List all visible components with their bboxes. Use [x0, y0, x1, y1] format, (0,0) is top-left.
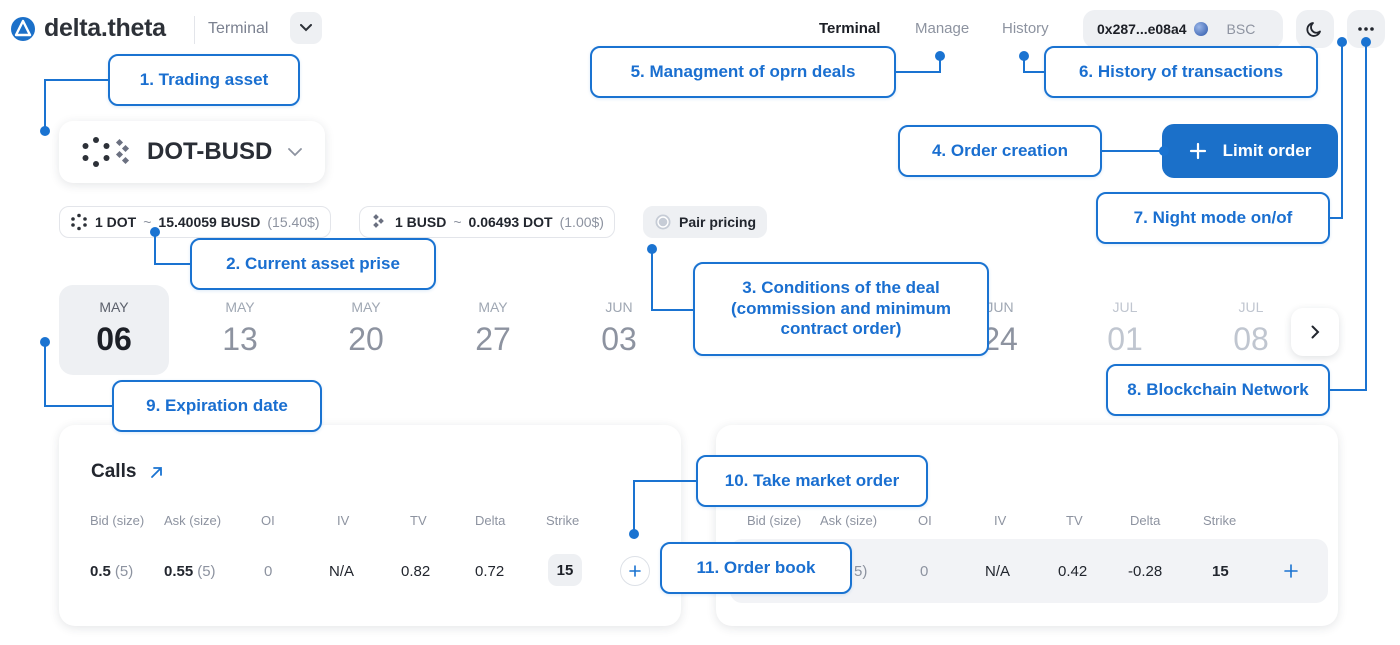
annotation-blockchain-network: 8. Blockchain Network: [1106, 364, 1330, 416]
annotation-market-order: 10. Take market order: [696, 455, 928, 507]
annotation-expiration-date: 9. Expiration date: [112, 380, 322, 432]
annotation-night-mode: 7. Night mode on/of: [1096, 192, 1330, 244]
annotation-trading-asset: 1. Trading asset: [108, 54, 300, 106]
annotation-deal-conditions: 3. Conditions of the deal (commission an…: [693, 262, 989, 356]
annotation-order-creation: 4. Order creation: [898, 125, 1102, 177]
annotation-current-asset-price: 2. Current asset prise: [190, 238, 436, 290]
annotation-manage-deals: 5. Managment of oprn deals: [590, 46, 896, 98]
annotation-order-book: 11. Order book: [660, 542, 852, 594]
annotation-history: 6. History of transactions: [1044, 46, 1318, 98]
